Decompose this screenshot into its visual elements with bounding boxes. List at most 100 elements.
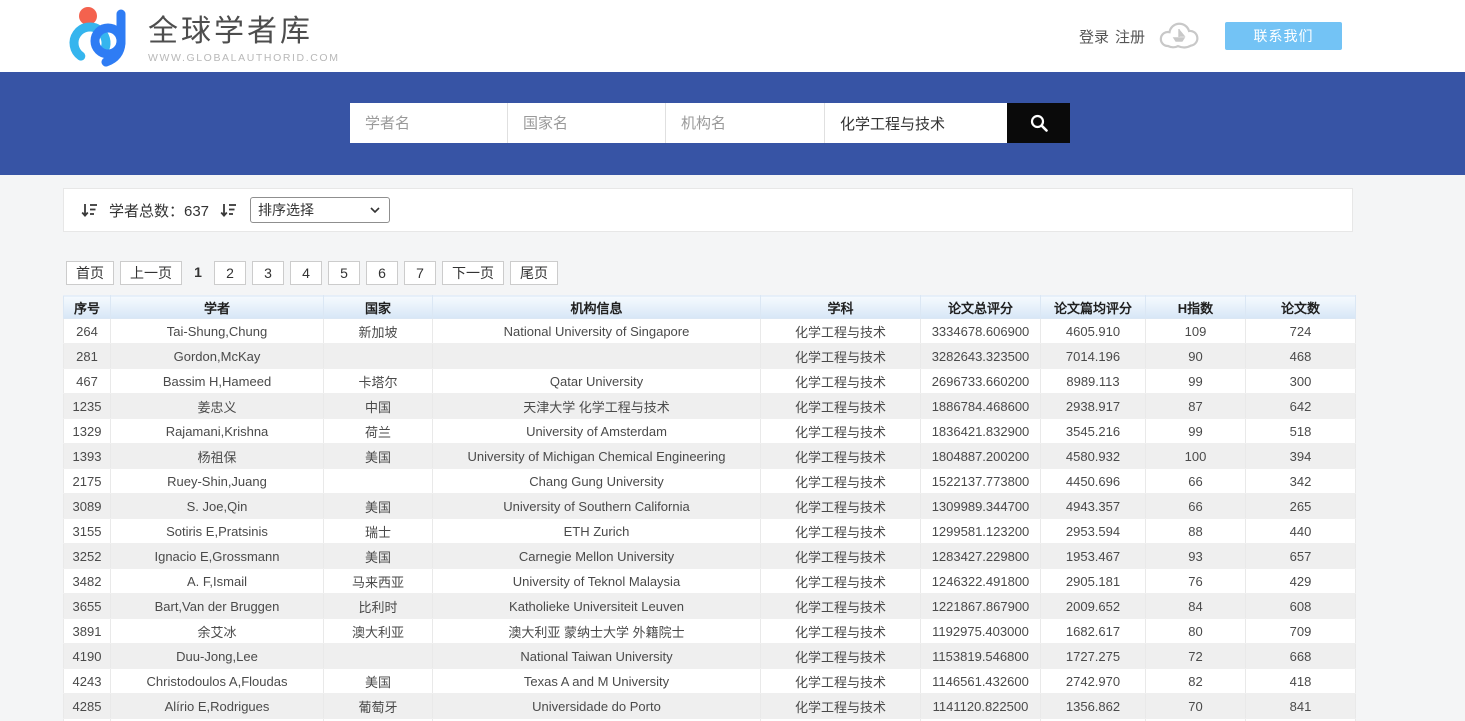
table-cell: Alírio E,Rodrigues bbox=[111, 694, 324, 719]
pagination-next[interactable]: 下一页 bbox=[442, 261, 504, 285]
table-cell: 1221867.867900 bbox=[921, 594, 1041, 619]
table-cell: 3282643.323500 bbox=[921, 344, 1041, 369]
header-right: 登录 注册 联系我们 bbox=[1079, 0, 1465, 72]
table-cell: Gordon,McKay bbox=[111, 344, 324, 369]
table-cell: A. F,Ismail bbox=[111, 569, 324, 594]
sort-amount-icon[interactable] bbox=[220, 202, 237, 219]
table-cell: 化学工程与技术 bbox=[761, 669, 921, 694]
table-row: 3089S. Joe,Qin美国University of Southern C… bbox=[64, 494, 1356, 519]
table-cell: 2905.181 bbox=[1041, 569, 1146, 594]
table-cell: 美国 bbox=[324, 444, 433, 469]
table-cell: 90 bbox=[1146, 344, 1246, 369]
column-header: 机构信息 bbox=[433, 296, 761, 319]
table-cell: 709 bbox=[1246, 619, 1356, 644]
table-cell: Universidade do Porto bbox=[433, 694, 761, 719]
table-cell: 化学工程与技术 bbox=[761, 344, 921, 369]
table-row: 4243Christodoulos A,Floudas美国Texas A and… bbox=[64, 669, 1356, 694]
table-cell: 1886784.468600 bbox=[921, 394, 1041, 419]
table-cell: 化学工程与技术 bbox=[761, 619, 921, 644]
auth-links: 登录 注册 bbox=[1079, 26, 1145, 47]
table-cell: 724 bbox=[1246, 319, 1356, 344]
table-cell: 化学工程与技术 bbox=[761, 394, 921, 419]
table-cell: 化学工程与技术 bbox=[761, 419, 921, 444]
search-bar bbox=[350, 103, 1070, 143]
sort-order-select[interactable]: 排序选择 bbox=[250, 197, 390, 223]
table-cell: 66 bbox=[1146, 494, 1246, 519]
table-cell: 100 bbox=[1146, 444, 1246, 469]
table-cell: 394 bbox=[1246, 444, 1356, 469]
institution-name-input[interactable] bbox=[666, 103, 825, 143]
pagination-first[interactable]: 首页 bbox=[66, 261, 114, 285]
table-cell: 4243 bbox=[64, 669, 111, 694]
table-cell bbox=[324, 644, 433, 669]
column-header: 论文篇均评分 bbox=[1041, 296, 1146, 319]
pagination-page-5[interactable]: 5 bbox=[328, 261, 360, 285]
table-cell: 化学工程与技术 bbox=[761, 544, 921, 569]
register-link[interactable]: 注册 bbox=[1115, 26, 1145, 47]
table-row: 3891余艾冰澳大利亚澳大利亚 蒙纳士大学 外籍院士化学工程与技术1192975… bbox=[64, 619, 1356, 644]
table-cell: Tai-Shung,Chung bbox=[111, 319, 324, 344]
table-cell: 418 bbox=[1246, 669, 1356, 694]
table-row: 4285Alírio E,Rodrigues葡萄牙Universidade do… bbox=[64, 694, 1356, 719]
table-cell: 化学工程与技术 bbox=[761, 644, 921, 669]
table-cell: 1283427.229800 bbox=[921, 544, 1041, 569]
cloud-boat-icon bbox=[1157, 20, 1203, 52]
table-cell: 4450.696 bbox=[1041, 469, 1146, 494]
logo-icon bbox=[68, 5, 134, 67]
pagination-page-4[interactable]: 4 bbox=[290, 261, 322, 285]
pagination-page-7[interactable]: 7 bbox=[404, 261, 436, 285]
table-cell: University of Southern California bbox=[433, 494, 761, 519]
table-cell: Ignacio E,Grossmann bbox=[111, 544, 324, 569]
pagination-page-3[interactable]: 3 bbox=[252, 261, 284, 285]
table-cell: 88 bbox=[1146, 519, 1246, 544]
table-cell: 葡萄牙 bbox=[324, 694, 433, 719]
table-cell: 4605.910 bbox=[1041, 319, 1146, 344]
site-logo[interactable]: 全球学者库 WWW.GLOBALAUTHORID.COM bbox=[68, 5, 340, 67]
table-cell: 新加坡 bbox=[324, 319, 433, 344]
pagination-last[interactable]: 尾页 bbox=[510, 261, 558, 285]
table-cell: 342 bbox=[1246, 469, 1356, 494]
column-header: 国家 bbox=[324, 296, 433, 319]
table-cell: Duu-Jong,Lee bbox=[111, 644, 324, 669]
table-cell: 1309989.344700 bbox=[921, 494, 1041, 519]
table-cell: 429 bbox=[1246, 569, 1356, 594]
table-cell: 76 bbox=[1146, 569, 1246, 594]
table-cell: Texas A and M University bbox=[433, 669, 761, 694]
table-cell bbox=[324, 469, 433, 494]
search-button[interactable] bbox=[1007, 103, 1070, 143]
logo-text: 全球学者库 WWW.GLOBALAUTHORID.COM bbox=[148, 9, 340, 64]
table-cell: Carnegie Mellon University bbox=[433, 544, 761, 569]
table-cell: S. Joe,Qin bbox=[111, 494, 324, 519]
table-cell: University of Amsterdam bbox=[433, 419, 761, 444]
table-cell: 1953.467 bbox=[1041, 544, 1146, 569]
login-link[interactable]: 登录 bbox=[1079, 26, 1109, 47]
table-row: 2175Ruey-Shin,JuangChang Gung University… bbox=[64, 469, 1356, 494]
table-cell: 2953.594 bbox=[1041, 519, 1146, 544]
table-row: 1235姜忠义中国天津大学 化学工程与技术化学工程与技术1886784.4686… bbox=[64, 394, 1356, 419]
table-cell: 1356.862 bbox=[1041, 694, 1146, 719]
sort-toolbar: 学者总数：637 排序选择 bbox=[63, 188, 1353, 232]
pagination-page-1[interactable]: 1 bbox=[188, 261, 208, 283]
pagination-page-6[interactable]: 6 bbox=[366, 261, 398, 285]
table-cell: 荷兰 bbox=[324, 419, 433, 444]
table-cell: Sotiris E,Pratsinis bbox=[111, 519, 324, 544]
pagination-prev[interactable]: 上一页 bbox=[120, 261, 182, 285]
country-name-input[interactable] bbox=[508, 103, 666, 143]
table-cell: 93 bbox=[1146, 544, 1246, 569]
table-cell: National Taiwan University bbox=[433, 644, 761, 669]
scholar-name-input[interactable] bbox=[350, 103, 508, 143]
table-cell: Katholieke Universiteit Leuven bbox=[433, 594, 761, 619]
contact-us-button[interactable]: 联系我们 bbox=[1225, 22, 1342, 50]
table-cell: 姜忠义 bbox=[111, 394, 324, 419]
pagination-page-2[interactable]: 2 bbox=[214, 261, 246, 285]
column-header: 学者 bbox=[111, 296, 324, 319]
table-cell: University of Teknol Malaysia bbox=[433, 569, 761, 594]
table-cell bbox=[324, 344, 433, 369]
sort-amount-icon[interactable] bbox=[81, 202, 98, 219]
table-cell: 3155 bbox=[64, 519, 111, 544]
table-cell: 82 bbox=[1146, 669, 1246, 694]
pagination: 首页 上一页 1234567 下一页 尾页 bbox=[66, 261, 1465, 285]
table-cell: ETH Zurich bbox=[433, 519, 761, 544]
table-cell: 化学工程与技术 bbox=[761, 694, 921, 719]
subject-input[interactable] bbox=[825, 103, 1007, 143]
